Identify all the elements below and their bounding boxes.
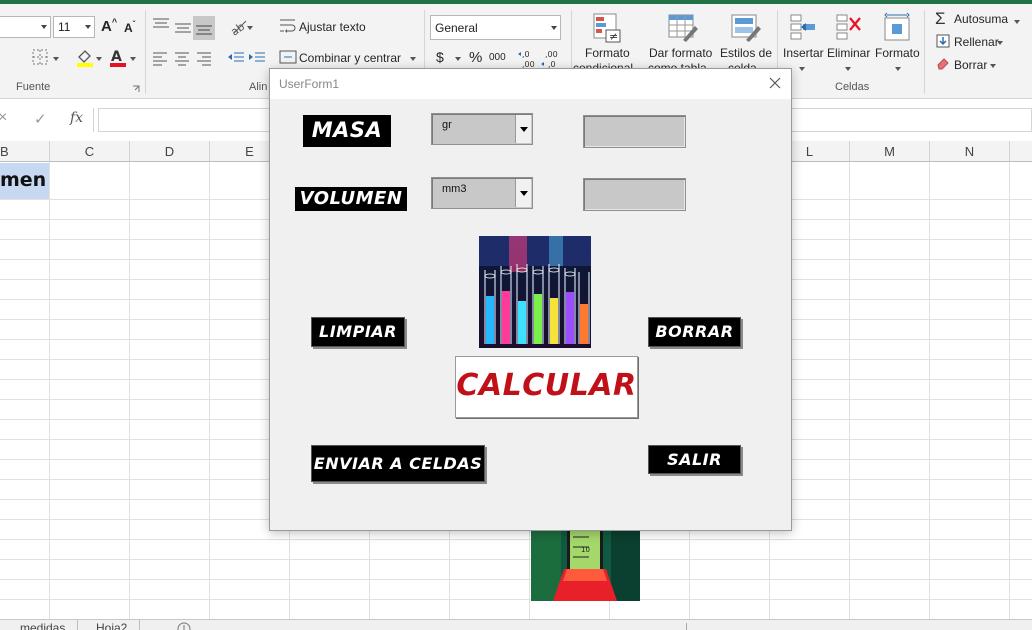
selected-cell-text: men [0, 169, 47, 191]
insert-function-icon[interactable]: fx [70, 110, 83, 126]
userform-dialog: UserForm1 MASA VOLUMEN gr mm3 LIMPIAR BO… [269, 68, 792, 531]
delete-cells-icon[interactable] [834, 12, 864, 42]
font-size-value: 11 [58, 20, 71, 34]
sheet-tab-medidas[interactable]: medidas [8, 620, 79, 630]
enter-icon[interactable]: ✓ [34, 110, 47, 128]
salir-button[interactable]: SALIR [648, 445, 741, 474]
masa-unit-dropdown-button[interactable] [515, 115, 531, 143]
sheet-tab-hoja2[interactable]: Hoja2 [84, 620, 141, 630]
align-bottom-button[interactable] [193, 16, 215, 40]
test-tubes-photo [479, 236, 591, 348]
sheet-tabs-bar: medidas Hoja2 [0, 619, 1032, 630]
masa-value-input[interactable] [583, 115, 686, 148]
svg-text:,0: ,0 [522, 50, 530, 59]
align-left-icon[interactable] [152, 50, 168, 66]
decrease-decimal-icon[interactable]: ,00,0 [540, 48, 562, 70]
svg-text:10: 10 [581, 546, 590, 554]
increase-font-icon[interactable]: A^ [101, 17, 117, 35]
masa-label: MASA [303, 115, 391, 147]
volumen-unit-combobox[interactable]: mm3 [431, 177, 533, 209]
currency-icon[interactable]: $ [436, 49, 444, 65]
column-header-n[interactable]: N [930, 141, 1010, 162]
enviar-a-celdas-button[interactable]: ENVIAR A CELDAS [311, 445, 485, 482]
format-as-table-button[interactable]: Dar formato [649, 46, 712, 60]
merge-center-icon[interactable] [279, 49, 297, 65]
thousands-separator-icon[interactable]: 000 [489, 52, 506, 63]
svg-text:≠: ≠ [609, 30, 618, 43]
autosum-button[interactable]: Autosuma [954, 12, 1008, 26]
align-right-icon[interactable] [196, 50, 212, 66]
cylinder-photo[interactable]: 10 [531, 529, 640, 601]
add-sheet-icon[interactable] [177, 621, 191, 630]
horizontal-scrollbar[interactable] [686, 623, 696, 630]
insert-button[interactable]: Insertar [783, 46, 824, 60]
number-format-dropdown[interactable]: General [430, 15, 561, 40]
group-label-cells: Celdas [835, 81, 870, 93]
borders-icon[interactable] [31, 48, 49, 66]
align-middle-icon[interactable] [174, 19, 192, 37]
svg-text:,00: ,00 [545, 50, 558, 59]
increase-indent-icon[interactable] [248, 50, 266, 66]
format-as-table-icon[interactable] [667, 12, 699, 44]
volumen-label: VOLUMEN [295, 187, 407, 211]
clear-button[interactable]: Borrar [954, 58, 987, 72]
wrap-text-button[interactable]: Ajustar texto [299, 20, 366, 34]
borrar-button[interactable]: BORRAR [648, 317, 741, 347]
number-format-value: General [435, 21, 478, 35]
align-top-icon[interactable] [152, 16, 170, 34]
fill-button[interactable]: Rellenar [954, 35, 999, 49]
cell-styles-button[interactable]: Estilos de [720, 46, 772, 60]
insert-cells-icon[interactable] [788, 12, 818, 42]
font-name-dropdown[interactable] [0, 16, 51, 38]
format-button[interactable]: Formato [875, 46, 920, 60]
decrease-indent-icon[interactable] [227, 50, 245, 66]
dialog-title: UserForm1 [279, 77, 340, 91]
cell-styles-icon[interactable] [730, 12, 762, 44]
volumen-value-input[interactable] [583, 178, 686, 211]
masa-unit-value: gr [442, 119, 452, 131]
percent-icon[interactable]: % [469, 49, 482, 66]
group-label-alignment: Alin [249, 81, 268, 93]
fill-down-icon[interactable] [936, 34, 950, 48]
close-icon[interactable] [767, 75, 783, 91]
merge-center-button[interactable]: Combinar y centrar [299, 51, 401, 65]
dialog-titlebar[interactable]: UserForm1 [270, 69, 791, 99]
delete-button[interactable]: Eliminar [827, 46, 870, 60]
fill-color-icon[interactable] [75, 48, 95, 68]
format-cells-icon[interactable] [882, 12, 912, 42]
masa-unit-combobox[interactable]: gr [431, 113, 533, 145]
calcular-button[interactable]: CALCULAR [455, 356, 638, 418]
calcular-label: CALCULAR [456, 368, 637, 403]
svg-text:A: A [111, 49, 122, 65]
align-center-icon[interactable] [174, 50, 190, 66]
cancel-icon[interactable]: × [0, 109, 7, 127]
autosum-icon[interactable]: Σ [935, 9, 946, 29]
font-color-icon[interactable]: A [108, 48, 128, 68]
eraser-icon[interactable] [936, 56, 950, 70]
orientation-icon[interactable]: ab [228, 16, 248, 36]
decrease-font-icon[interactable]: Aˇ [124, 20, 135, 35]
conditional-format-button[interactable]: Formato [585, 46, 630, 60]
volumen-unit-dropdown-button[interactable] [515, 179, 531, 207]
wrap-text-icon[interactable] [279, 17, 297, 35]
column-header-d[interactable]: D [130, 141, 210, 162]
group-label-font: Fuente [16, 81, 51, 93]
font-size-dropdown[interactable]: 11 [53, 16, 95, 38]
limpiar-button[interactable]: LIMPIAR [311, 317, 405, 347]
conditional-format-icon[interactable]: ≠ [591, 12, 623, 44]
column-header-b[interactable]: B [0, 141, 50, 162]
column-header-c[interactable]: C [50, 141, 130, 162]
column-header-m[interactable]: M [850, 141, 930, 162]
increase-decimal-icon[interactable]: ,0,00 [517, 48, 539, 70]
font-dialog-launcher-icon[interactable] [132, 85, 140, 93]
volumen-unit-value: mm3 [442, 183, 467, 195]
